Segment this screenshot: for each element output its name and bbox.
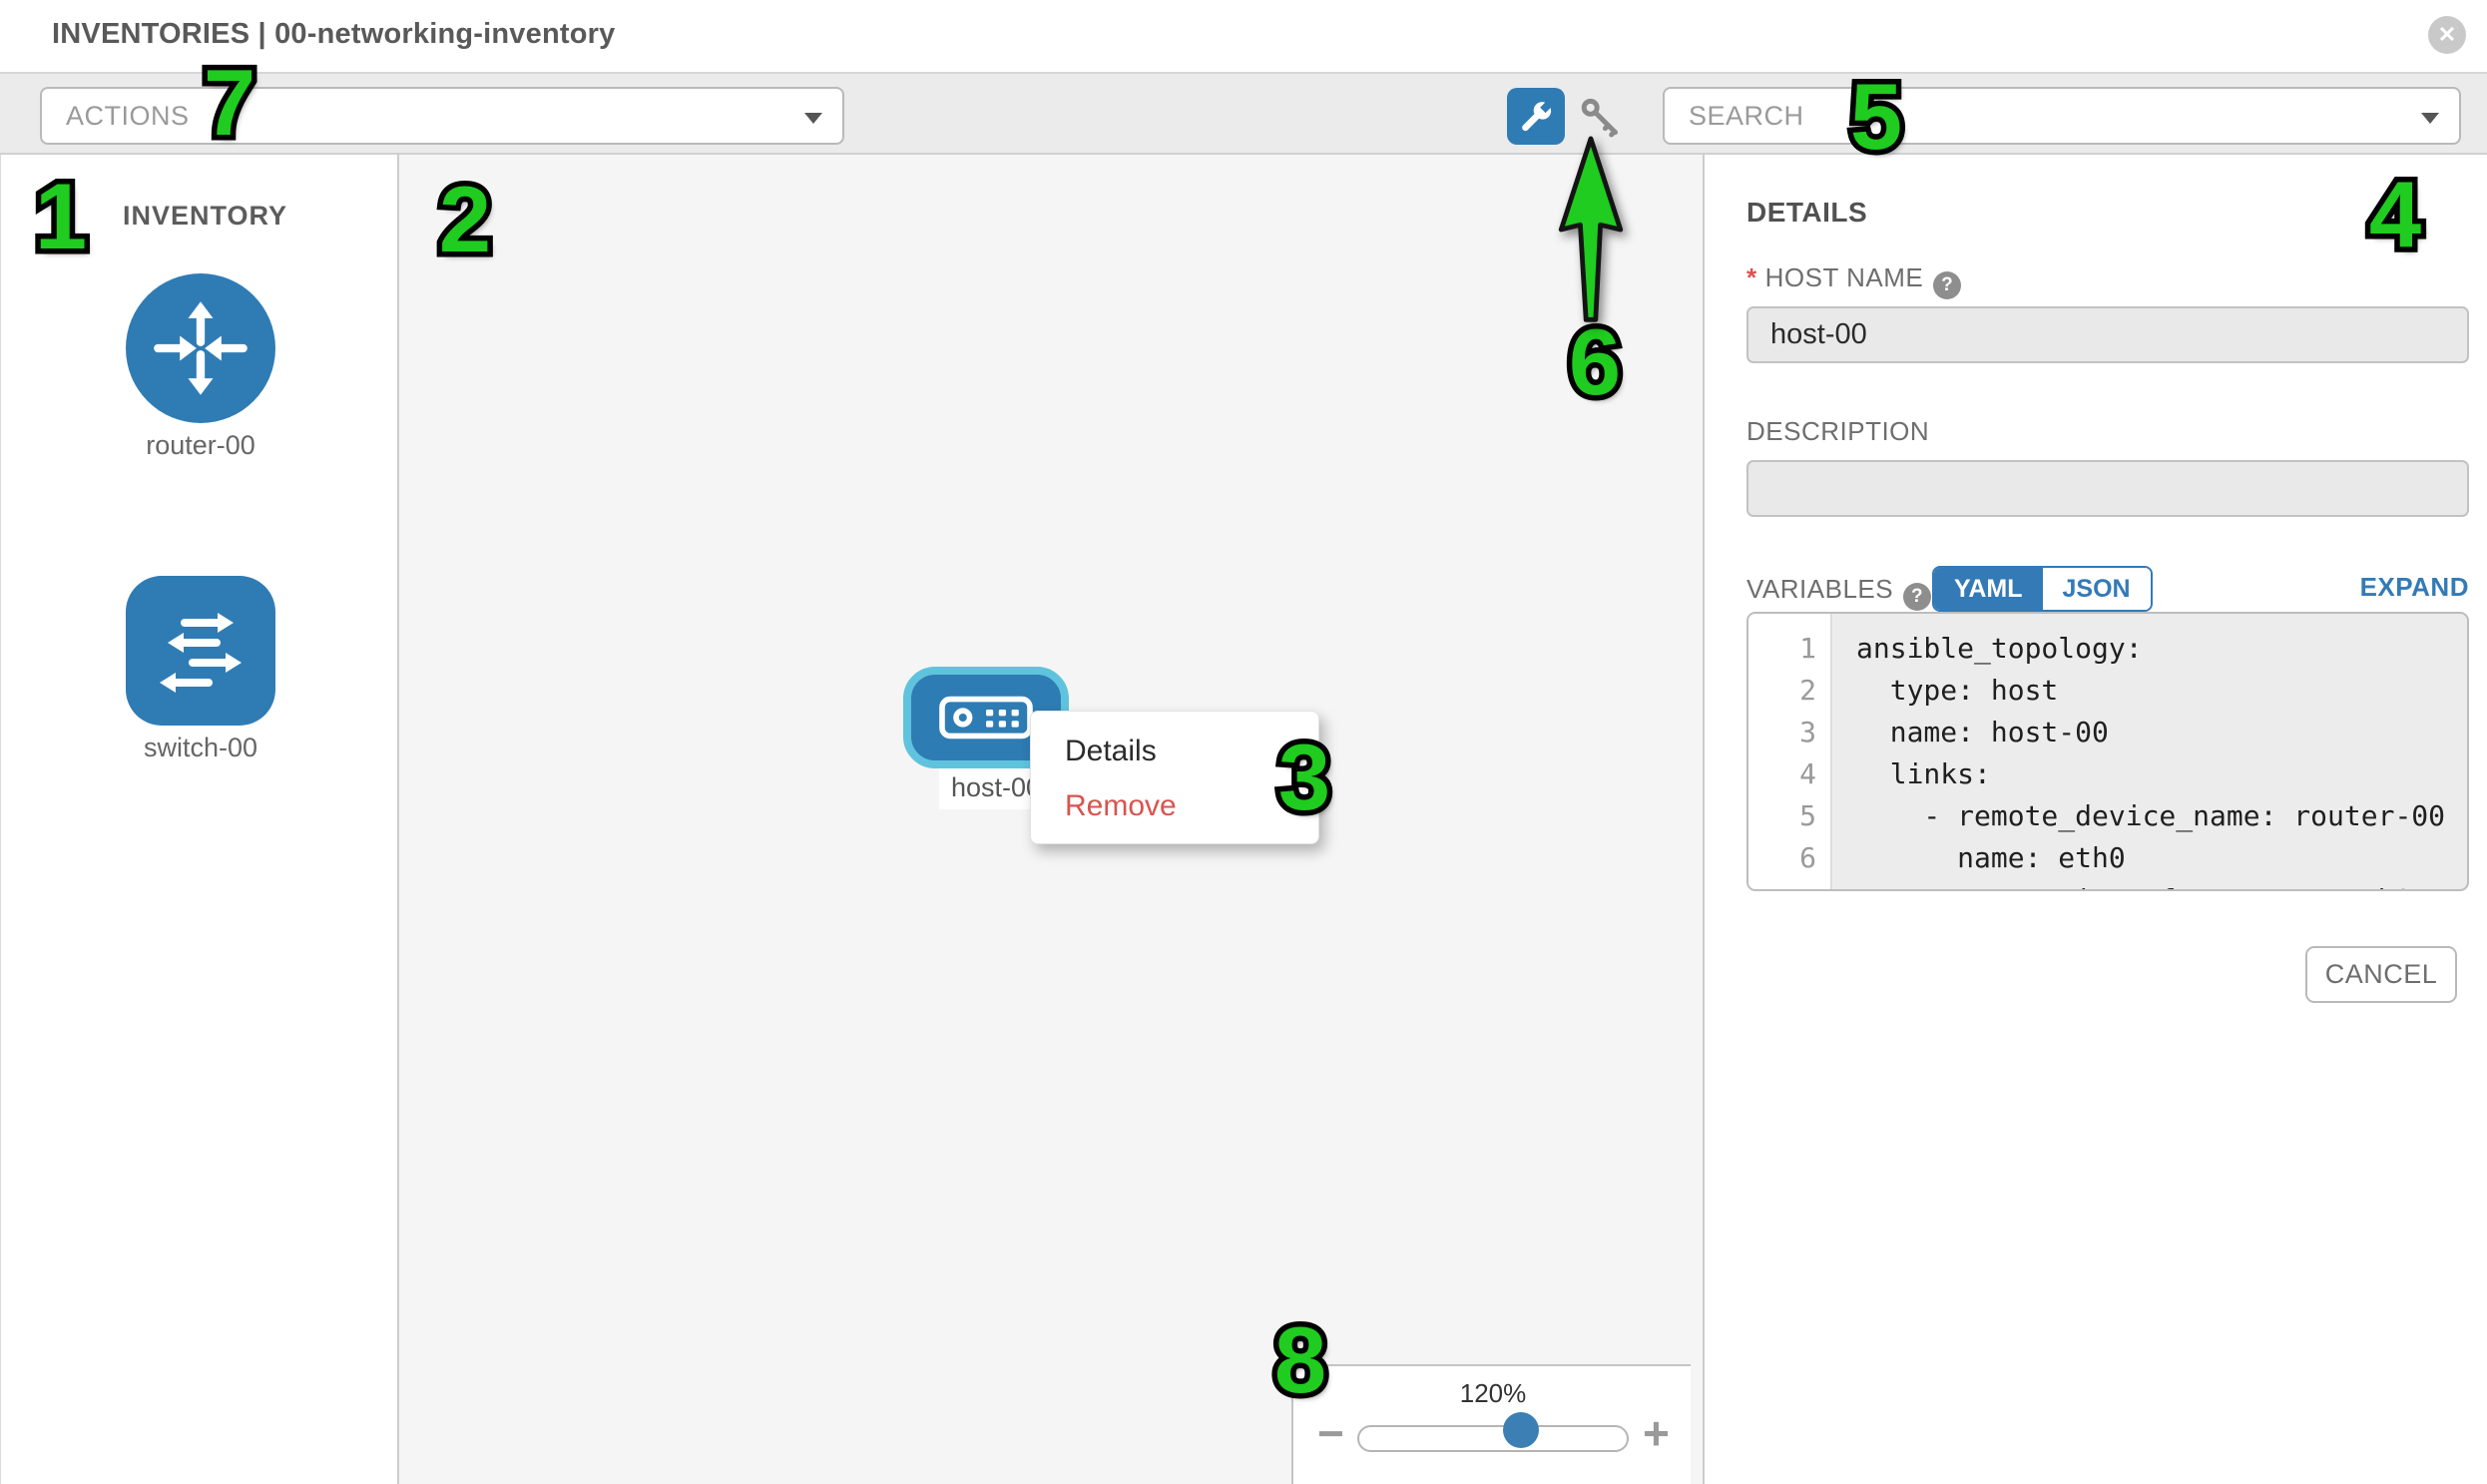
variables-row: VARIABLES? YAML JSON EXPAND	[1746, 566, 2469, 612]
wrench-icon	[1518, 99, 1554, 135]
description-label: DESCRIPTION	[1746, 416, 1929, 447]
zoom-control-panel: 120% − +	[1291, 1364, 1691, 1484]
actions-dropdown-label: ACTIONS	[66, 101, 190, 132]
search-dropdown-label: SEARCH	[1689, 101, 1804, 132]
close-icon[interactable]: ✕	[2428, 16, 2466, 54]
context-menu: Details Remove	[1030, 711, 1319, 844]
sidebar-item-label: router-00	[51, 430, 350, 461]
code-line: type: host	[1856, 670, 2467, 712]
actions-dropdown[interactable]: ACTIONS	[40, 87, 844, 145]
annotation-number-5: 5	[1850, 63, 1902, 171]
switch-icon	[151, 601, 250, 701]
annotation-number-8: 8	[1274, 1306, 1326, 1414]
sidebar-item-router[interactable]	[126, 273, 275, 423]
details-panel: DETAILS *HOST NAME? DESCRIPTION VARIABLE…	[1703, 155, 2487, 1484]
editor-code-area[interactable]: ansible_topology: type: host name: host-…	[1832, 614, 2467, 889]
help-icon[interactable]: ?	[1903, 583, 1931, 611]
toggle-yaml[interactable]: YAML	[1934, 568, 2043, 610]
key-icon	[1578, 96, 1624, 138]
annotation-number-7: 7	[204, 49, 255, 157]
variables-format-toggle: YAML JSON	[1932, 566, 2153, 612]
context-menu-item-remove[interactable]: Remove	[1031, 778, 1318, 833]
sidebar-item-label: switch-00	[51, 733, 350, 763]
help-icon[interactable]: ?	[1933, 271, 1961, 299]
sidebar-heading: INVENTORY	[123, 201, 287, 232]
inventory-topology-window: INVENTORIES | 00-networking-inventory ✕ …	[0, 0, 2487, 1484]
code-line: ansible_topology:	[1856, 628, 2467, 670]
zoom-out-button[interactable]: −	[1317, 1406, 1344, 1460]
context-menu-item-details[interactable]: Details	[1031, 724, 1318, 778]
annotation-arrow-icon	[1555, 136, 1627, 327]
host-icon	[938, 694, 1034, 742]
annotation-number-1: 1	[35, 163, 87, 270]
search-dropdown[interactable]: SEARCH	[1663, 87, 2461, 145]
code-line: remote_interface_name: eth0	[1856, 879, 2467, 891]
code-line: links:	[1856, 753, 2467, 795]
annotation-number-3: 3	[1278, 724, 1330, 831]
inventory-sidebar: INVENTORY router-00	[0, 155, 399, 1484]
annotation-number-4: 4	[2369, 161, 2421, 268]
editor-line-numbers: 1 2 3 4 5 6 7	[1748, 614, 1832, 889]
details-heading: DETAILS	[1746, 197, 1867, 229]
host-name-input[interactable]	[1746, 306, 2469, 363]
zoom-level-value: 120%	[1293, 1378, 1693, 1409]
required-asterisk: *	[1746, 262, 1757, 292]
variables-code-editor[interactable]: 1 2 3 4 5 6 7 ansible_topology: type: ho…	[1746, 612, 2469, 891]
zoom-slider-track[interactable]	[1357, 1425, 1629, 1452]
code-line: name: eth0	[1856, 837, 2467, 879]
code-line: name: host-00	[1856, 712, 2467, 753]
key-button[interactable]	[1575, 94, 1627, 140]
toolbar: ACTIONS SEARCH	[0, 72, 2487, 155]
variables-label: VARIABLES?	[1746, 574, 1931, 611]
expand-link[interactable]: EXPAND	[2360, 572, 2469, 603]
header: INVENTORIES | 00-networking-inventory ✕	[0, 0, 2487, 72]
chevron-down-icon	[804, 113, 822, 124]
sidebar-item-switch[interactable]	[126, 576, 275, 726]
close-glyph: ✕	[2438, 22, 2456, 48]
zoom-slider-thumb[interactable]	[1503, 1412, 1539, 1448]
page-title: INVENTORIES | 00-networking-inventory	[52, 18, 615, 51]
chevron-down-icon	[2421, 113, 2439, 124]
annotation-number-2: 2	[439, 166, 491, 273]
topology-canvas[interactable]: host-00 Details Remove 120% − +	[399, 155, 1703, 1484]
zoom-in-button[interactable]: +	[1643, 1406, 1670, 1460]
router-icon	[149, 296, 252, 400]
host-name-label: *HOST NAME?	[1746, 262, 1961, 299]
description-input[interactable]	[1746, 460, 2469, 517]
code-line: - remote_device_name: router-00	[1856, 795, 2467, 837]
toggle-json[interactable]: JSON	[2043, 568, 2151, 610]
cancel-button[interactable]: CANCEL	[2305, 946, 2457, 1003]
